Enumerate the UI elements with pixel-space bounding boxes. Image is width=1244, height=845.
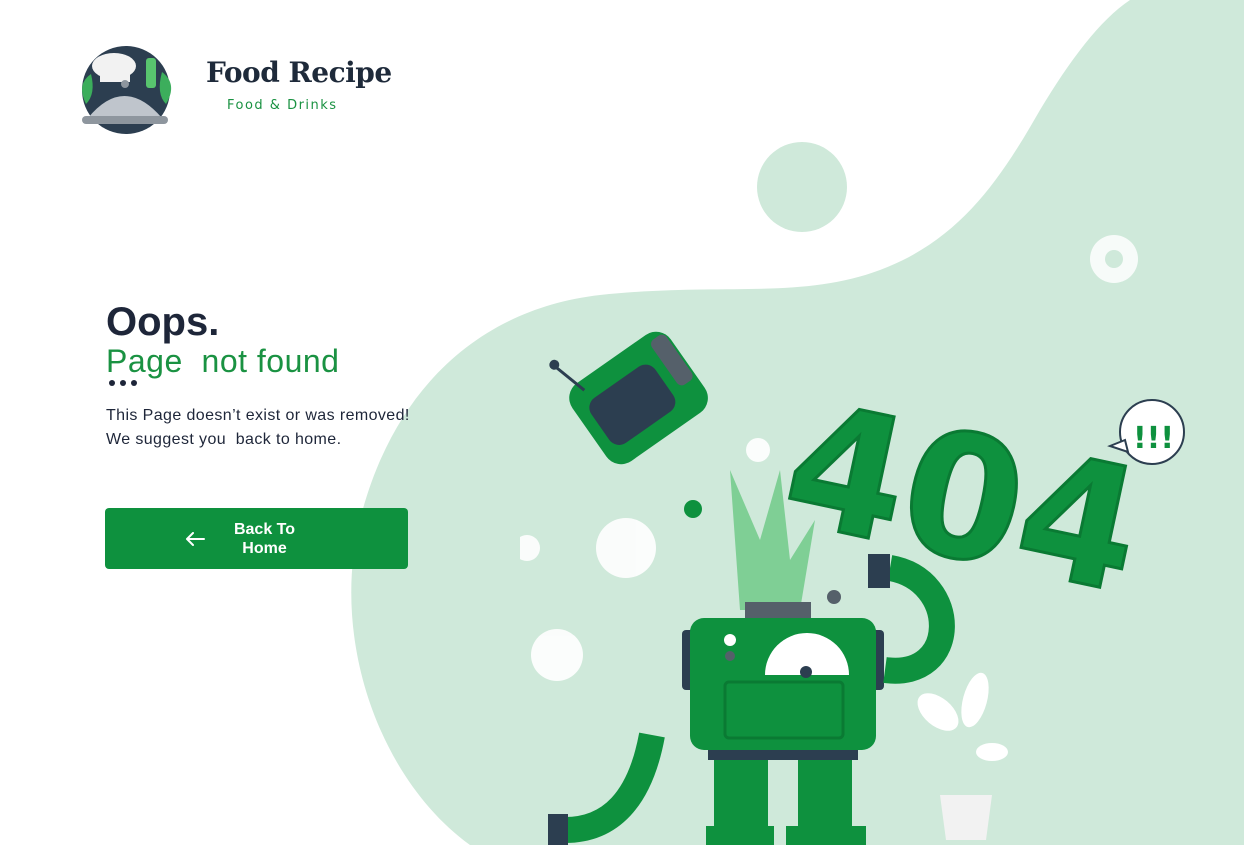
brand-tagline: Food & Drinks (227, 98, 338, 113)
plant-decor-icon (917, 672, 1008, 840)
arrow-left-icon (185, 531, 205, 546)
broken-robot-404-illustration: 404 !!! (520, 331, 1185, 845)
error-message: This Page doesn’t exist or was removed! … (106, 404, 410, 452)
error-heading: Oops. (106, 300, 220, 344)
404-text: 404 (769, 365, 1157, 632)
error-message-line1: This Page doesn’t exist or was removed! (106, 407, 410, 424)
decor-circle (757, 142, 847, 232)
error-message-line2: We suggest you back to home. (106, 431, 342, 448)
speech-text: !!! (1133, 421, 1174, 456)
back-to-home-button[interactable]: Back To Home (105, 508, 408, 569)
robot-body-icon (682, 602, 884, 845)
brand-name: Food Recipe (206, 56, 392, 89)
dots-decor (109, 380, 137, 386)
error-subheading: Page not found (106, 343, 340, 379)
back-to-home-label: Back To Home (233, 520, 296, 557)
gear-decor-icon (1090, 235, 1138, 283)
robot-head-icon (549, 331, 708, 465)
